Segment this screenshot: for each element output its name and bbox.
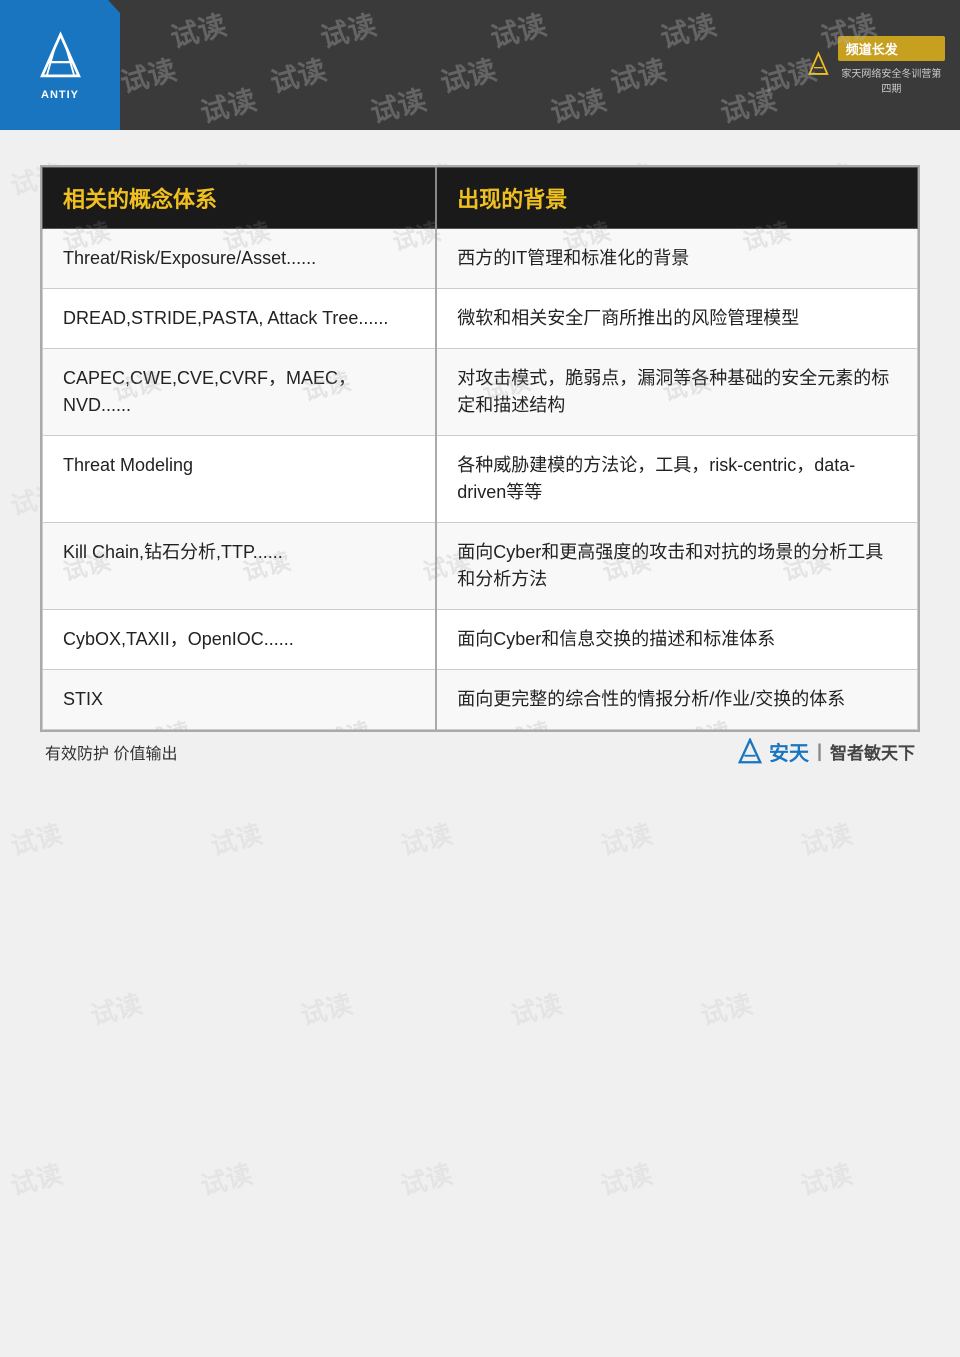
watermark-3: 试读 [486,3,550,56]
pgwm-31: 试读 [596,1154,656,1203]
table-row: Threat/Risk/Exposure/Asset......西方的IT管理和… [43,229,918,289]
watermark-8: 试读 [436,48,500,101]
watermark-12: 试读 [366,78,430,130]
table-row: DREAD,STRIDE,PASTA, Attack Tree......微软和… [43,289,918,349]
watermark-2: 试读 [316,3,380,56]
watermark-13: 试读 [546,78,610,130]
watermark-14: 试读 [716,78,780,130]
logo-label: ANTIY [41,89,79,101]
pgwm-26: 试读 [506,984,566,1033]
col1-header: 相关的概念体系 [43,168,437,229]
footer-left-text: 有效防护 价值输出 [45,740,177,764]
table-cell-col2-4: 面向Cyber和更高强度的攻击和对抗的场景的分析工具和分析方法 [436,523,917,610]
pgwm-19: 试读 [6,814,66,863]
watermark-9: 试读 [606,48,670,101]
table-cell-col1-3: Threat Modeling [43,436,437,523]
pgwm-29: 试读 [196,1154,256,1203]
footer-brand-pipe: | [817,741,822,762]
logo-icon [33,30,88,85]
table-cell-col1-0: Threat/Risk/Exposure/Asset...... [43,229,437,289]
logo-box: ANTIY [0,0,120,130]
pgwm-28: 试读 [6,1154,66,1203]
table-row: STIX面向更完整的综合性的情报分析/作业/交换的体系 [43,670,918,730]
footer: 有效防护 价值输出 安天 | 智者敏天下 [0,737,960,766]
table-cell-col2-1: 微软和相关安全厂商所推出的风险管理模型 [436,289,917,349]
footer-brand-main: 安天 [769,737,809,766]
table-row: CAPEC,CWE,CVE,CVRF，MAEC，NVD......对攻击模式，脆… [43,349,918,436]
header-watermark-area: 试读 试读 试读 试读 试读 试读 试读 试读 试读 试读 试读 试读 试读 试… [120,0,805,130]
watermark-1: 试读 [166,3,230,56]
pgwm-22: 试读 [596,814,656,863]
footer-logo-icon [736,738,764,766]
pgwm-25: 试读 [296,984,356,1033]
table-cell-col2-0: 西方的IT管理和标准化的背景 [436,229,917,289]
table-row: CybOX,TAXII，OpenIOC......面向Cyber和信息交换的描述… [43,610,918,670]
pgwm-30: 试读 [396,1154,456,1203]
watermark-7: 试读 [266,48,330,101]
pgwm-20: 试读 [206,814,266,863]
pgwm-21: 试读 [396,814,456,863]
watermark-6: 试读 [116,48,180,101]
table-cell-col2-6: 面向更完整的综合性的情报分析/作业/交换的体系 [436,670,917,730]
main-table: 相关的概念体系 出现的背景 Threat/Risk/Exposure/Asset… [42,167,918,730]
table-header-row: 相关的概念体系 出现的背景 [43,168,918,229]
table-row: Kill Chain,钻石分析,TTP......面向Cyber和更高强度的攻击… [43,523,918,610]
table-cell-col1-6: STIX [43,670,437,730]
table-row: Threat Modeling各种威胁建模的方法论，工具，risk-centri… [43,436,918,523]
main-content: 试读 试读 试读 试读 试读 试读 试读 试读 试读 试读 试读 试读 试读 试… [40,165,920,732]
table-cell-col1-2: CAPEC,CWE,CVE,CVRF，MAEC，NVD...... [43,349,437,436]
pgwm-27: 试读 [696,984,756,1033]
footer-brand: 安天 | 智者敏天下 [736,737,915,766]
watermark-11: 试读 [196,78,260,130]
table-cell-col2-3: 各种威胁建模的方法论，工具，risk-centric，data-driven等等 [436,436,917,523]
watermark-4: 试读 [656,3,720,56]
pgwm-24: 试读 [86,984,146,1033]
table-cell-col1-1: DREAD,STRIDE,PASTA, Attack Tree...... [43,289,437,349]
footer-brand-sub: 智者敏天下 [830,739,915,764]
pgwm-32: 试读 [796,1154,856,1203]
pgwm-23: 试读 [796,814,856,863]
header-right-sub: 家天网络安全冬训营第四期 [838,65,945,95]
col2-header: 出现的背景 [436,168,917,229]
table-cell-col2-2: 对攻击模式，脆弱点，漏洞等各种基础的安全元素的标定和描述结构 [436,349,917,436]
footer-right: 安天 | 智者敏天下 [736,737,915,766]
table-cell-col1-4: Kill Chain,钻石分析,TTP...... [43,523,437,610]
header: ANTIY 试读 试读 试读 试读 试读 试读 试读 试读 试读 试读 试读 试… [0,0,960,130]
table-cell-col2-5: 面向Cyber和信息交换的描述和标准体系 [436,610,917,670]
table-cell-col1-5: CybOX,TAXII，OpenIOC...... [43,610,437,670]
